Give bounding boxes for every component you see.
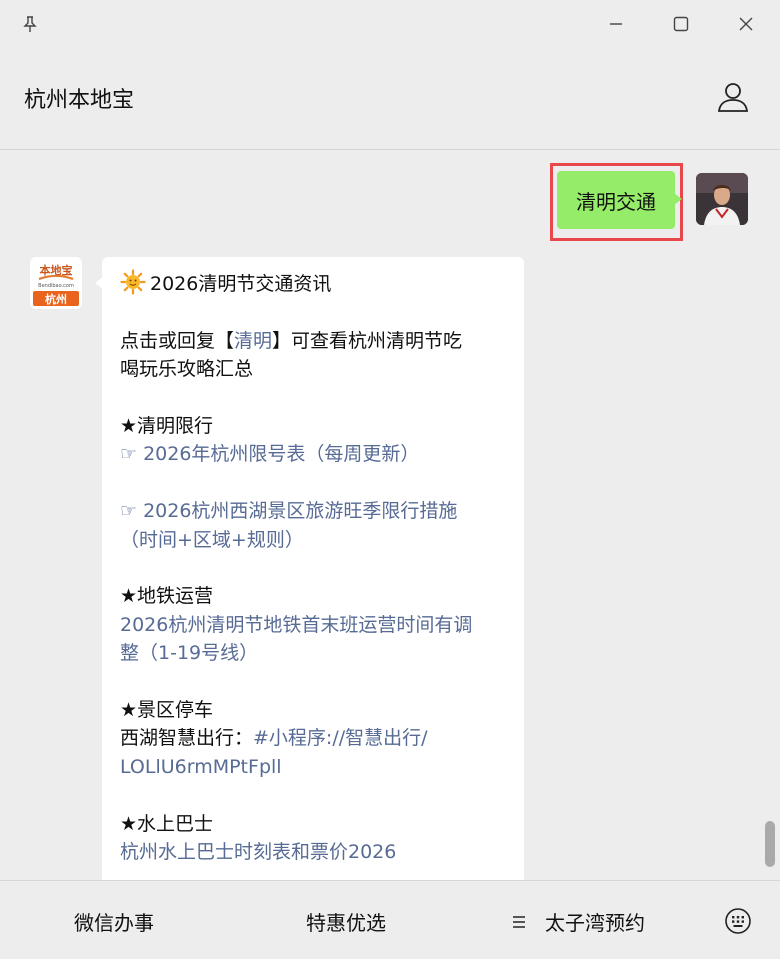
menu-lines-icon	[513, 915, 525, 928]
sent-message-text: 清明交通	[576, 189, 656, 214]
reply-intro-line2: 喝玩乐攻略汇总	[120, 358, 254, 381]
bot-brand: 本地宝	[40, 263, 73, 277]
parking-line: 西湖智慧出行：#小程序://智慧出行/	[120, 724, 508, 752]
keyboard-icon[interactable]	[724, 907, 752, 935]
chat-title: 杭州本地宝	[24, 88, 135, 113]
parking-label: 西湖智慧出行：	[120, 727, 254, 750]
window-titlebar	[0, 0, 780, 48]
bot-site: Bendibao.com	[38, 283, 74, 289]
qingming-link[interactable]: 清明	[234, 330, 272, 352]
westlake-restriction-link[interactable]: ☞ 2026杭州西湖景区旅游旺季限行措施	[120, 497, 508, 525]
menu-special-offers[interactable]: 特惠优选	[306, 907, 386, 936]
metro-schedule-link[interactable]: 2026杭州清明节地铁首末班运营时间有调	[120, 611, 508, 639]
westlake-restriction-link-line2[interactable]: （时间+区域+规则）	[120, 526, 508, 554]
plate-restriction-link[interactable]: ☞ 2026年杭州限号表（每周更新）	[120, 440, 508, 468]
section-heading-parking: ★景区停车	[120, 699, 214, 722]
menu-taiziwan-label: 太子湾预约	[545, 911, 645, 935]
section-heading-metro: ★地铁运营	[120, 585, 214, 608]
metro-schedule-link-line2[interactable]: 整（1-19号线）	[120, 639, 508, 667]
my-avatar[interactable]	[696, 173, 748, 225]
reply-title: 2026清明节交通资讯	[150, 273, 332, 295]
mini-program-link-line2[interactable]: LOLlU6rmMPtFpll	[120, 753, 508, 781]
menu-wechat-services[interactable]: 微信办事	[74, 907, 154, 936]
maximize-icon[interactable]	[665, 8, 697, 40]
reply-intro-part2: 】可查看杭州清明节吃	[272, 329, 463, 352]
reply-intro-line: 点击或回复【清明】可查看杭州清明节吃	[120, 327, 508, 355]
sun-icon	[120, 269, 146, 295]
sent-message-bubble[interactable]: 清明交通	[557, 171, 682, 229]
menu-taiziwan-booking[interactable]: 太子湾预约	[512, 907, 645, 936]
chat-scrollbar[interactable]	[765, 821, 775, 867]
pin-icon[interactable]	[14, 8, 46, 40]
received-message-bubble: 2026清明节交通资讯 点击或回复【清明】可查看杭州清明节吃 喝玩乐攻略汇总 ★…	[95, 257, 524, 880]
bottom-menu-bar: 微信办事 特惠优选 太子湾预约	[0, 880, 780, 959]
minimize-icon[interactable]	[600, 8, 632, 40]
bot-city: 杭州	[45, 292, 67, 306]
reply-title-line: 2026清明节交通资讯	[120, 269, 508, 298]
section-heading-waterbus: ★水上巴士	[120, 812, 214, 835]
mini-program-link[interactable]: #小程序://智慧出行/	[253, 727, 428, 749]
waterbus-link[interactable]: 杭州水上巴士时刻表和票价2026	[120, 838, 508, 866]
bot-avatar[interactable]: 本地宝 Bendibao.com 杭州	[30, 257, 82, 309]
reply-intro-part1: 点击或回复【	[120, 329, 235, 352]
chat-header: 杭州本地宝	[0, 48, 780, 150]
section-heading-restriction: ★清明限行	[120, 415, 214, 437]
close-icon[interactable]	[730, 8, 762, 40]
chat-area[interactable]: 清明交通 本地宝 Bendibao.com 杭州 2026清明节交通资讯 点击或…	[0, 151, 780, 880]
user-icon[interactable]	[716, 80, 750, 114]
